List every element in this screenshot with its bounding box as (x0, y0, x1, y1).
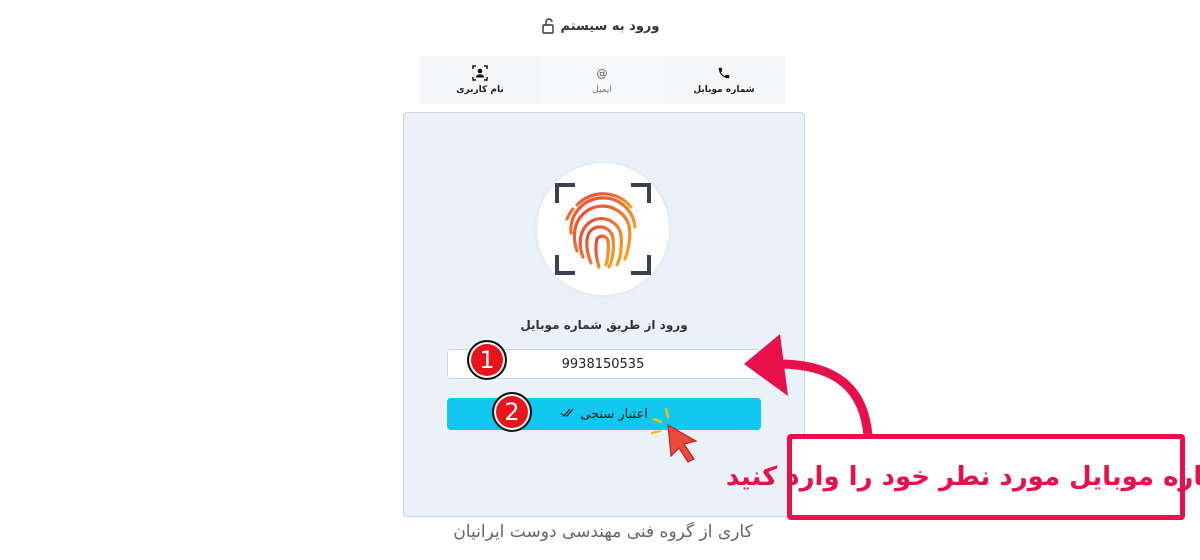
fingerprint-icon (555, 183, 651, 275)
double-check-icon (560, 408, 574, 421)
login-card: ورود از طریق شماره موبایل اعتبار سنجی (403, 112, 805, 517)
annotation-arrow-icon (744, 334, 873, 440)
step-badge-1: 1 (467, 340, 507, 380)
tab-email-label: ایمیل (592, 85, 612, 95)
instruction-callout: شماره موبایل مورد نطر خود را وارد کنید (726, 434, 1200, 520)
page-title: ورود به سیستم (560, 18, 660, 34)
login-page: ورود به سیستم شماره موبایل @ ایمیل نام ک… (0, 0, 1200, 560)
at-icon: @ (596, 66, 608, 80)
instruction-callout-text: شماره موبایل مورد نطر خود را وارد کنید (725, 462, 1200, 492)
tab-email[interactable]: @ ایمیل (541, 56, 663, 104)
login-method-tabs: شماره موبایل @ ایمیل نام کاربری (419, 56, 785, 104)
tab-mobile-label: شماره موبایل (693, 85, 755, 95)
step-badge-2: 2 (492, 392, 532, 432)
fingerprint-avatar (537, 163, 669, 295)
unlock-icon (541, 18, 555, 34)
footer-credit: کاری از گروه فنی مهندسی دوست ایرانیان (453, 522, 753, 542)
verify-button-label: اعتبار سنجی (580, 406, 648, 422)
click-cursor-icon (650, 407, 698, 463)
tab-mobile[interactable]: شماره موبایل (663, 56, 785, 104)
user-scan-icon (472, 65, 488, 81)
tab-username-label: نام کاربری (456, 85, 504, 95)
phone-icon (716, 65, 732, 81)
page-header: ورود به سیستم (500, 14, 700, 38)
tab-username[interactable]: نام کاربری (419, 56, 541, 104)
